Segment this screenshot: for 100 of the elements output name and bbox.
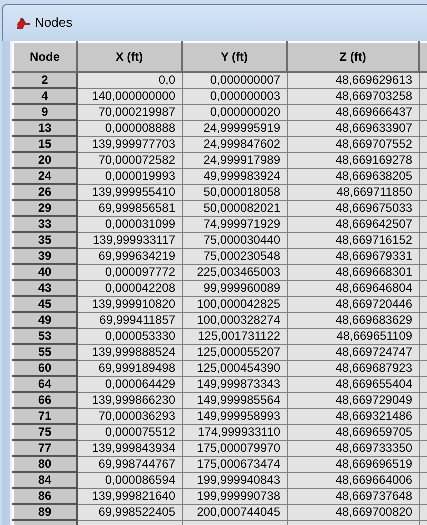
- table-cell: 48,669321486: [287, 408, 419, 424]
- row-header[interactable]: 20: [13, 152, 77, 168]
- table-cell: 0,0: [77, 72, 182, 88]
- table-cell: 48,669729049: [287, 392, 419, 408]
- table-cell: 0,000053330: [77, 328, 182, 344]
- row-header[interactable]: 26: [13, 184, 77, 200]
- table-cell: 149,999958993: [182, 408, 287, 424]
- row-header[interactable]: 60: [13, 360, 77, 376]
- row-header[interactable]: 84: [13, 472, 77, 488]
- table-cell: 149,999873343: [182, 376, 287, 392]
- table-cell: 200,000744045: [182, 504, 287, 520]
- row-header[interactable]: 80: [13, 456, 77, 472]
- table-cell: 70,000219987: [77, 104, 182, 120]
- table-cell: 0,000000007: [182, 72, 287, 88]
- row-header[interactable]: 77: [13, 440, 77, 456]
- row-header[interactable]: 2: [13, 72, 77, 88]
- row-header[interactable]: 40: [13, 264, 77, 280]
- table-cell: 48,669675033: [287, 200, 419, 216]
- table-cell: 0,000031099: [77, 216, 182, 232]
- table-cell: 48,669629613: [287, 72, 419, 88]
- table-cell: 48,669696519: [287, 456, 419, 472]
- row-header[interactable]: 75: [13, 424, 77, 440]
- row-header[interactable]: 39: [13, 248, 77, 264]
- table-cell: 48,669737648: [287, 488, 419, 504]
- table-cell: 69,998522405: [77, 504, 182, 520]
- table-cell: 75,000230548: [182, 248, 287, 264]
- column-header[interactable]: Z (ft): [287, 42, 419, 72]
- table-cell: 48,669724747: [287, 344, 419, 360]
- table-cell: 48,669707552: [287, 136, 419, 152]
- table-cell: 48,669659705: [287, 424, 419, 440]
- table-cell: 50,000082021: [182, 200, 287, 216]
- row-header[interactable]: 33: [13, 216, 77, 232]
- column-header[interactable]: X (ft): [77, 42, 182, 72]
- table-cell: 48,669638205: [287, 168, 419, 184]
- table-cell: 24,999917989: [182, 152, 287, 168]
- table-cell: 48,669668301: [287, 264, 419, 280]
- row-header[interactable]: 15: [13, 136, 77, 152]
- table-cell: 99,999960089: [182, 280, 287, 296]
- row-header[interactable]: 43: [13, 280, 77, 296]
- app-icon: [15, 16, 31, 30]
- row-header[interactable]: 13: [13, 120, 77, 136]
- table-cell: 175,000079970: [182, 440, 287, 456]
- row-header[interactable]: 89: [13, 504, 77, 520]
- row-header[interactable]: 64: [13, 376, 77, 392]
- table-cell: 139,999888524: [77, 344, 182, 360]
- table-cell: 48,669664006: [287, 472, 419, 488]
- table-cell: 139,999866230: [77, 392, 182, 408]
- table-cell: 48,669646804: [287, 280, 419, 296]
- row-header[interactable]: 45: [13, 296, 77, 312]
- row-header[interactable]: 4: [13, 88, 77, 104]
- table-cell: 0,000086594: [77, 472, 182, 488]
- table-cell: 69,999189498: [77, 360, 182, 376]
- row-header[interactable]: 86: [13, 488, 77, 504]
- row-header[interactable]: 55: [13, 344, 77, 360]
- table-cell: 69,999411857: [77, 312, 182, 328]
- table-cell: 70,000072582: [77, 152, 182, 168]
- table-cell: 139,999955410: [77, 184, 182, 200]
- table-cell: 0,000008888: [77, 120, 182, 136]
- table-cell: 225,003465003: [182, 264, 287, 280]
- column-header[interactable]: Y (ft): [182, 42, 287, 72]
- row-header[interactable]: 53: [13, 328, 77, 344]
- table-cell: 139,999821640: [77, 488, 182, 504]
- table-cell: 0,000019993: [77, 168, 182, 184]
- row-header[interactable]: 71: [13, 408, 77, 424]
- table-cell: 174,999933110: [182, 424, 287, 440]
- table-cell: 48,669703258: [287, 88, 419, 104]
- row-header[interactable]: 49: [13, 312, 77, 328]
- table-cell: 50,000018058: [182, 184, 287, 200]
- table-cell: 100,000042825: [182, 296, 287, 312]
- table-cell: 139,999910820: [77, 296, 182, 312]
- table-cell: 199,999990738: [182, 488, 287, 504]
- table-cell: 48,669633907: [287, 120, 419, 136]
- table-cell: 70,000036293: [77, 408, 182, 424]
- table-cell: 24,999847602: [182, 136, 287, 152]
- table-cell: 125,000055207: [182, 344, 287, 360]
- row-header[interactable]: 35: [13, 232, 77, 248]
- table-cell: 48,669679331: [287, 248, 419, 264]
- row-header[interactable]: 9: [13, 104, 77, 120]
- column-header[interactable]: Node: [13, 42, 77, 72]
- row-header[interactable]: 29: [13, 200, 77, 216]
- row-header[interactable]: 66: [13, 392, 77, 408]
- table-cell: 0,000064429: [77, 376, 182, 392]
- table-cell: 48,669716152: [287, 232, 419, 248]
- table-cell: 69,998744767: [77, 456, 182, 472]
- table-cell: 175,000673474: [182, 456, 287, 472]
- table-cell: 74,999971929: [182, 216, 287, 232]
- window-title: Nodes: [35, 14, 73, 32]
- table-cell: 48,669651109: [287, 328, 419, 344]
- table-cell: 48,669683629: [287, 312, 419, 328]
- table-cell: 0,000075512: [77, 424, 182, 440]
- table-cell: 69,999634219: [77, 248, 182, 264]
- table-cell: 0,000097772: [77, 264, 182, 280]
- table-cell: 75,000030440: [182, 232, 287, 248]
- table-cell: 139,999977703: [77, 136, 182, 152]
- table-cell: 0,000000020: [182, 104, 287, 120]
- table-cell: 48,669687923: [287, 360, 419, 376]
- table-cell: 48,669711850: [287, 184, 419, 200]
- table-cell: 48,669655404: [287, 376, 419, 392]
- row-header[interactable]: 24: [13, 168, 77, 184]
- table-cell: 140,000000000: [77, 88, 182, 104]
